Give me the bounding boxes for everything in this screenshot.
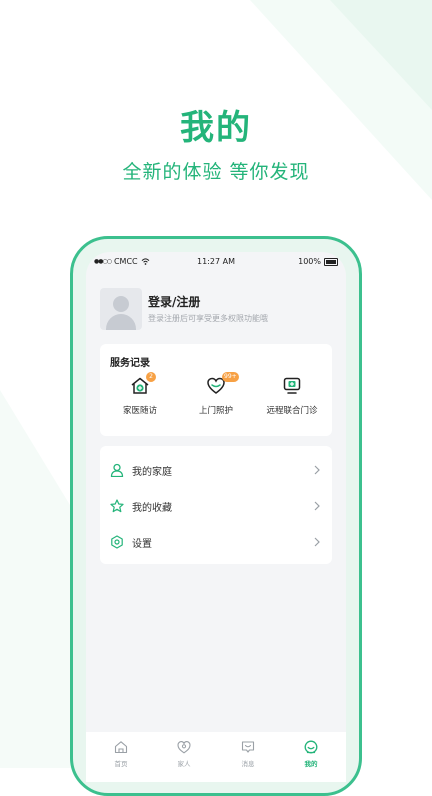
status-bar: ●●○○ CMCC 11:27 AM 100% — [86, 252, 346, 272]
service-item-remote-clinic[interactable]: 远程联合门诊 — [254, 376, 330, 430]
service-records-card: 服务记录 2 家医随访 99+ 上门照护 远程联合门诊 — [100, 344, 332, 436]
profile-login[interactable]: 登录/注册 登录注册后可享受更多权限功能哦 — [100, 288, 332, 332]
tab-label: 我的 — [304, 760, 318, 768]
tab-profile[interactable]: 我的 — [286, 740, 336, 770]
login-register-link[interactable]: 登录/注册 — [148, 293, 200, 310]
service-badge: 2 — [146, 372, 156, 382]
tab-messages[interactable]: 消息 — [223, 740, 273, 770]
monitor-plus-icon — [283, 377, 301, 394]
home-icon — [114, 741, 128, 754]
star-icon — [110, 499, 124, 513]
status-bar-right: 100% — [298, 257, 338, 266]
service-item-family-doctor[interactable]: 2 家医随访 — [102, 372, 178, 430]
tab-label: 首页 — [114, 760, 128, 768]
avatar-head — [113, 296, 129, 312]
tab-home[interactable]: 首页 — [96, 740, 146, 770]
promo-title: 我的 — [180, 108, 252, 148]
service-label: 上门照护 — [198, 406, 233, 416]
battery-label: 100% — [298, 257, 321, 266]
chevron-right-icon — [314, 501, 320, 511]
avatar-body — [106, 314, 136, 330]
battery-icon — [324, 257, 338, 266]
family-icon — [177, 741, 191, 754]
service-records-title: 服务记录 — [110, 358, 150, 369]
settings-icon — [111, 535, 123, 549]
tab-family[interactable]: 家人 — [159, 740, 209, 770]
profile-icon — [304, 740, 318, 754]
tab-label: 消息 — [241, 760, 255, 768]
menu-item-settings[interactable]: 设置 — [100, 524, 332, 560]
promo-subtitle: 全新的体验 等你发现 — [122, 161, 310, 183]
login-hint: 登录注册后可享受更多权限功能哦 — [148, 314, 268, 323]
bottom-tab-bar: 首页 家人 消息 我的 — [86, 732, 346, 782]
chevron-right-icon — [314, 537, 320, 547]
menu-card: 我的家庭 我的收藏 设置 — [100, 446, 332, 564]
tab-label: 家人 — [177, 760, 191, 768]
menu-item-my-family[interactable]: 我的家庭 — [100, 452, 332, 488]
user-icon — [110, 463, 124, 477]
avatar[interactable] — [100, 288, 142, 330]
phone-screen: ●●○○ CMCC 11:27 AM 100% 登录/注册 登录注册后可享受更多… — [86, 252, 346, 782]
message-icon — [241, 741, 255, 753]
service-label: 远程联合门诊 — [266, 406, 318, 416]
menu-label: 设置 — [132, 539, 152, 550]
service-badge: 99+ — [222, 372, 239, 382]
menu-label: 我的家庭 — [132, 467, 172, 478]
menu-label: 我的收藏 — [132, 503, 172, 514]
service-item-home-care[interactable]: 99+ 上门照护 — [178, 372, 254, 430]
service-label: 家医随访 — [122, 406, 157, 416]
menu-item-my-favorites[interactable]: 我的收藏 — [100, 488, 332, 524]
chevron-right-icon — [314, 465, 320, 475]
